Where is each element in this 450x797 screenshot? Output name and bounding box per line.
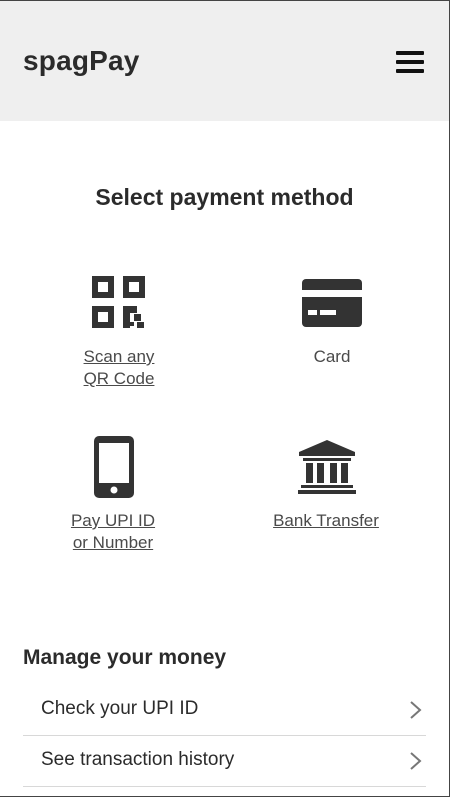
hamburger-menu-icon[interactable] (396, 49, 424, 75)
option-card[interactable]: Card (282, 346, 382, 368)
card-label[interactable]: Card (282, 346, 382, 368)
transaction-history-row[interactable]: See transaction history (23, 736, 426, 787)
scan-qr-label-line1[interactable]: Scan any (64, 346, 174, 368)
app-header: spagPay (0, 0, 449, 121)
chevron-right-icon (410, 752, 422, 770)
manage-money-title: Manage your money (23, 646, 227, 669)
qr-code-icon[interactable] (92, 276, 148, 335)
payment-method-title: Select payment method (95, 184, 354, 210)
option-upi[interactable]: Pay UPI ID or Number (58, 510, 168, 554)
credit-card-icon[interactable] (302, 279, 362, 332)
scan-qr-label-line2[interactable]: QR Code (64, 368, 174, 390)
mobile-phone-icon[interactable] (94, 436, 134, 503)
check-upi-id-row[interactable]: Check your UPI ID (23, 685, 426, 736)
chevron-right-icon (410, 701, 422, 719)
check-upi-id-label: Check your UPI ID (41, 698, 199, 719)
transaction-history-label: See transaction history (41, 749, 235, 770)
bank-icon[interactable] (297, 440, 357, 499)
option-scan-qr[interactable]: Scan any QR Code (64, 346, 174, 390)
bank-transfer-label[interactable]: Bank Transfer (262, 510, 390, 532)
option-bank-transfer[interactable]: Bank Transfer (262, 510, 390, 532)
upi-label-line2[interactable]: or Number (58, 532, 168, 554)
brand-logo[interactable]: spagPay (23, 45, 140, 77)
upi-label-line1[interactable]: Pay UPI ID (58, 510, 168, 532)
